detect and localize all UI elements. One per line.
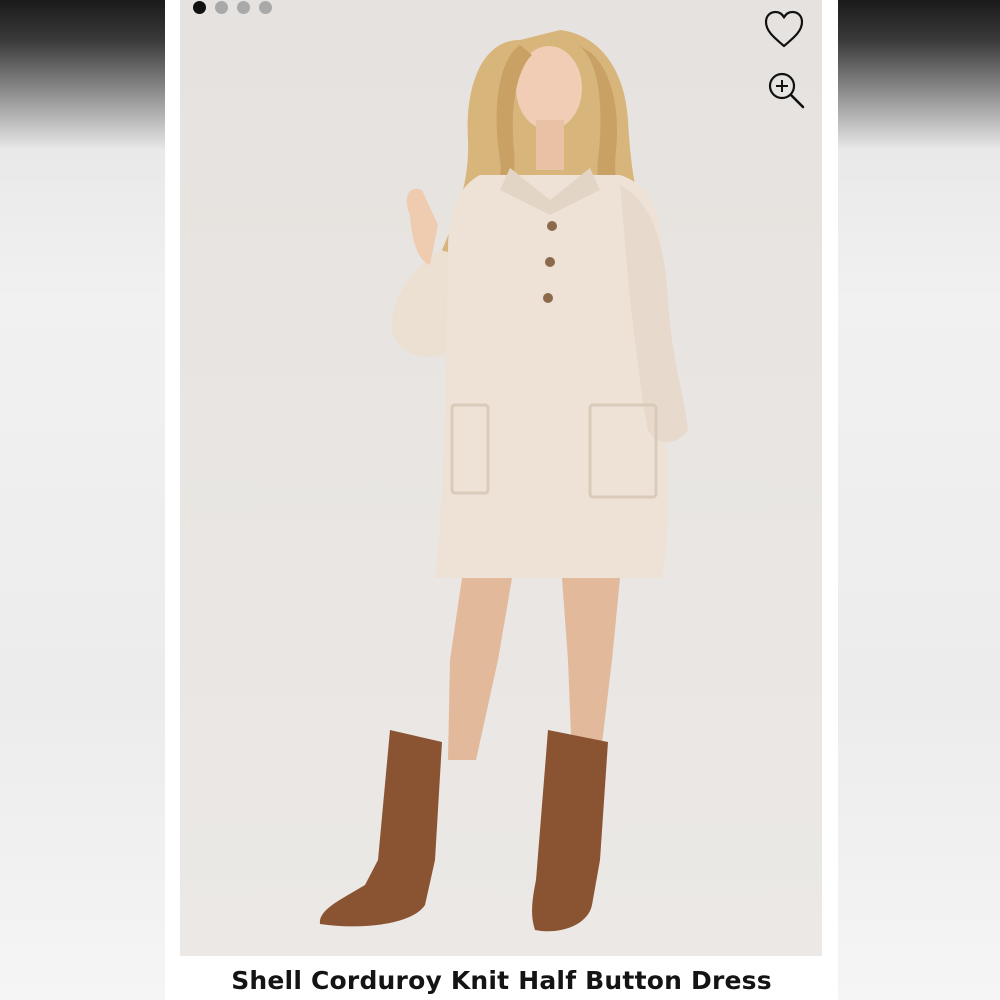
carousel-dot-4[interactable] xyxy=(259,1,272,14)
heart-outline-icon[interactable] xyxy=(762,9,806,51)
carousel-indicator xyxy=(193,1,272,14)
carousel-dot-1[interactable] xyxy=(193,1,206,14)
product-title: Shell Corduroy Knit Half Button Dress xyxy=(231,966,772,995)
blurred-backdrop-right xyxy=(838,0,1000,1000)
model-illustration xyxy=(319,30,688,932)
blurred-backdrop-left xyxy=(0,0,165,1000)
carousel-dot-3[interactable] xyxy=(237,1,250,14)
carousel-dot-2[interactable] xyxy=(215,1,228,14)
product-image[interactable] xyxy=(180,0,822,956)
zoom-in-icon[interactable] xyxy=(766,70,808,112)
